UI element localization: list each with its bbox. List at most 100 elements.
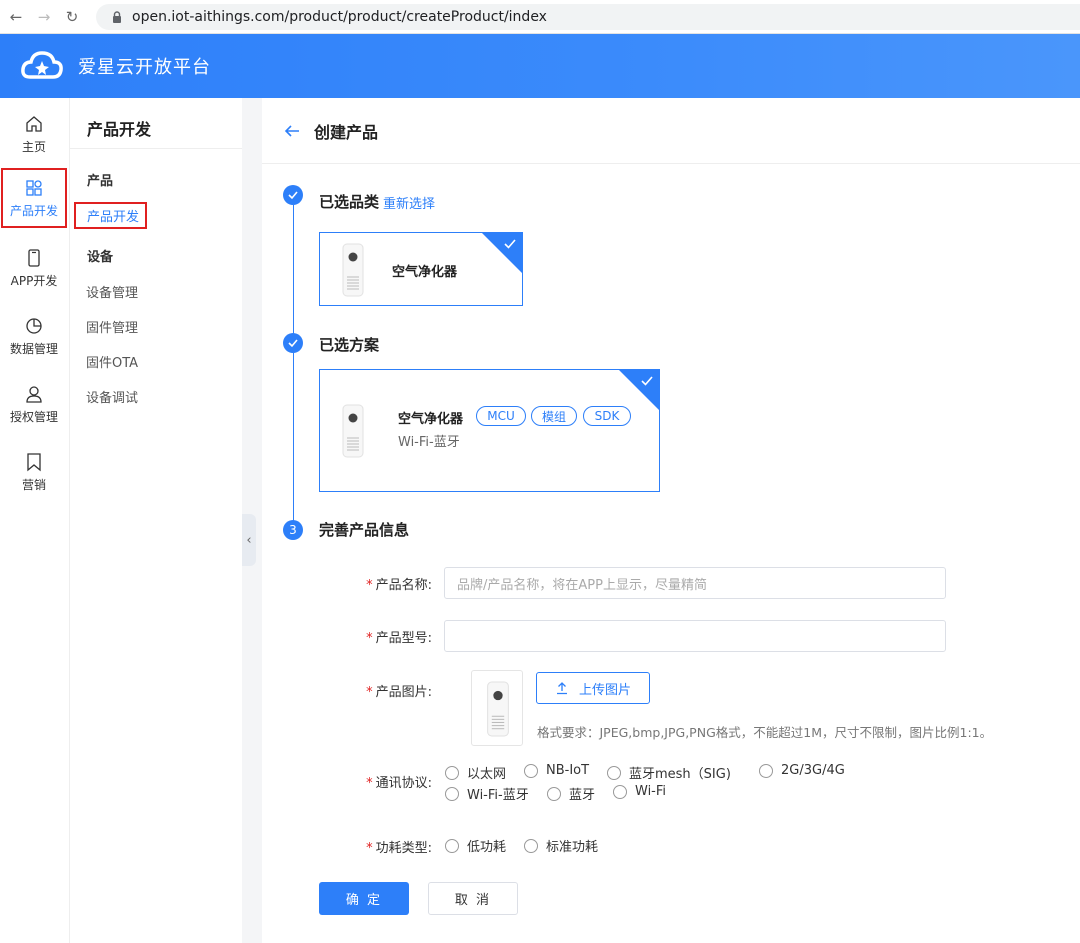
tag-module: 模组 [531, 406, 577, 426]
sidebar-item-product-dev[interactable]: 产品开发 [74, 202, 148, 229]
page-title: 创建产品 [314, 122, 379, 142]
sidebar-group-product: 产品 [87, 174, 114, 189]
solution-connectivity: Wi-Fi-蓝牙 [398, 435, 460, 450]
reselect-link[interactable]: 重新选择 [383, 193, 435, 212]
rail-item-product-dev[interactable]: 产品开发 [1, 168, 67, 228]
check-icon [504, 239, 516, 249]
protocol-option-ethernet[interactable]: 以太网 [445, 763, 506, 782]
main-panel: 创建产品 已选品类 重新选择 空气净化器 已选方案 空气净化器 MCU 模组 S… [262, 98, 1080, 943]
back-nav-icon[interactable]: ← [4, 5, 28, 29]
rail-item-home[interactable]: 主页 [2, 104, 66, 164]
address-bar[interactable]: open.iot-aithings.com/product/product/cr… [96, 4, 1080, 30]
rail-item-label: 营销 [21, 477, 46, 492]
solution-name: 空气净化器 [398, 412, 464, 427]
radio-circle[interactable] [607, 765, 621, 780]
category-name: 空气净化器 [392, 265, 458, 280]
selected-category-card[interactable]: 空气净化器 [319, 232, 523, 306]
browser-toolbar: ← → ↻ open.iot-aithings.com/product/prod… [0, 0, 1080, 34]
grid-icon [26, 179, 42, 196]
product-name-label: * 产品名称: [366, 578, 432, 593]
radio-circle[interactable] [445, 838, 459, 853]
sidebar-divider [70, 148, 242, 149]
radio-circle[interactable] [445, 765, 459, 780]
confirm-button[interactable]: 确 定 [319, 882, 409, 915]
app-title: 爱星云开放平台 [78, 57, 211, 78]
url-text: open.iot-aithings.com/product/product/cr… [132, 9, 547, 25]
user-icon [26, 385, 42, 403]
radio-circle[interactable] [613, 784, 627, 799]
step-title-category: 已选品类 [319, 193, 380, 211]
cancel-button[interactable]: 取 消 [428, 882, 518, 915]
power-option-standard[interactable]: 标准功耗 [524, 836, 598, 855]
protocol-option-wifi[interactable]: Wi-Fi [613, 784, 666, 799]
protocol-option-wifi-ble[interactable]: Wi-Fi-蓝牙 [445, 784, 529, 803]
check-icon [288, 191, 298, 200]
page-header: 创建产品 [262, 98, 1080, 164]
sidebar-item-firmware-mgmt[interactable]: 固件管理 [86, 317, 138, 336]
tag-mcu: MCU [476, 406, 526, 426]
rail-item-label: 产品开发 [9, 203, 58, 218]
protocol-label: * 通讯协议: [366, 776, 432, 791]
icon-rail: 主页 产品开发 APP开发 数据管理 授权管理 营销 [0, 98, 70, 943]
protocol-option-ble-mesh[interactable]: 蓝牙mesh（SIG) [607, 763, 731, 782]
step-connector [293, 205, 294, 341]
back-arrow-icon[interactable] [282, 121, 302, 141]
rail-item-data-mgmt[interactable]: 数据管理 [2, 306, 66, 366]
radio-circle[interactable] [524, 838, 538, 853]
rail-item-label: 数据管理 [9, 341, 58, 356]
product-model-input[interactable] [444, 620, 946, 652]
reload-icon[interactable]: ↻ [60, 5, 84, 29]
pie-chart-icon [26, 317, 42, 334]
radio-circle[interactable] [445, 786, 459, 801]
sidebar-item-device-debug[interactable]: 设备调试 [86, 387, 138, 406]
sidebar-group-device: 设备 [87, 250, 114, 265]
rail-item-auth-mgmt[interactable]: 授权管理 [2, 374, 66, 434]
sidebar-title: 产品开发 [87, 120, 152, 139]
upload-icon [556, 682, 567, 695]
product-model-label: * 产品型号: [366, 631, 432, 646]
product-image-label: * 产品图片: [366, 685, 432, 700]
power-type-label: * 功耗类型: [366, 841, 432, 856]
sidebar-item-firmware-ota[interactable]: 固件OTA [86, 352, 138, 371]
air-purifier-icon [487, 681, 509, 737]
step-done-1 [283, 185, 303, 205]
product-image-preview [471, 670, 523, 746]
product-name-input[interactable]: 品牌/产品名称，将在APP上显示，尽量精简 [444, 567, 946, 599]
step-title-solution: 已选方案 [319, 336, 380, 354]
rail-item-label: 主页 [21, 139, 46, 154]
radio-circle[interactable] [547, 786, 561, 801]
lock-icon [113, 11, 121, 23]
air-purifier-icon [342, 243, 364, 297]
rail-item-label: 授权管理 [9, 409, 58, 424]
home-icon [26, 115, 42, 132]
app-header: 爱星云开放平台 [0, 34, 1080, 98]
secondary-sidebar: 产品开发 产品 产品开发 设备 设备管理 固件管理 固件OTA 设备调试 [70, 98, 242, 943]
bookmark-icon [27, 452, 41, 471]
power-option-low[interactable]: 低功耗 [445, 836, 506, 855]
product-name-placeholder: 品牌/产品名称，将在APP上显示，尽量精简 [457, 577, 707, 593]
radio-circle[interactable] [524, 763, 538, 778]
upload-image-button[interactable]: 上传图片 [536, 672, 650, 704]
protocol-option-nbiot[interactable]: NB-IoT [524, 763, 589, 778]
phone-icon [28, 248, 40, 267]
air-purifier-icon [342, 404, 364, 458]
chevron-left-icon: ‹ [246, 532, 252, 548]
rail-item-app-dev[interactable]: APP开发 [2, 238, 66, 298]
rail-item-label: APP开发 [10, 273, 58, 288]
check-icon [288, 339, 298, 348]
step-current-3: 3 [283, 520, 303, 540]
forward-nav-icon[interactable]: → [32, 5, 56, 29]
step-connector [293, 353, 294, 523]
step-title-info: 完善产品信息 [319, 521, 410, 539]
protocol-option-cellular[interactable]: 2G/3G/4G [759, 763, 845, 778]
sidebar-collapse-toggle[interactable]: ‹ [242, 514, 256, 566]
check-icon [641, 376, 653, 386]
radio-circle[interactable] [759, 763, 773, 778]
selected-solution-card[interactable]: 空气净化器 MCU 模组 SDK Wi-Fi-蓝牙 [319, 369, 660, 492]
cloud-logo-icon [21, 51, 63, 79]
sidebar-item-device-mgmt[interactable]: 设备管理 [86, 282, 138, 301]
upload-format-hint: 格式要求：JPEG,bmp,JPG,PNG格式，不能超过1M，尺寸不限制，图片比… [537, 725, 993, 740]
step-done-2 [283, 333, 303, 353]
rail-item-marketing[interactable]: 营销 [2, 442, 66, 502]
protocol-option-ble[interactable]: 蓝牙 [547, 784, 595, 803]
